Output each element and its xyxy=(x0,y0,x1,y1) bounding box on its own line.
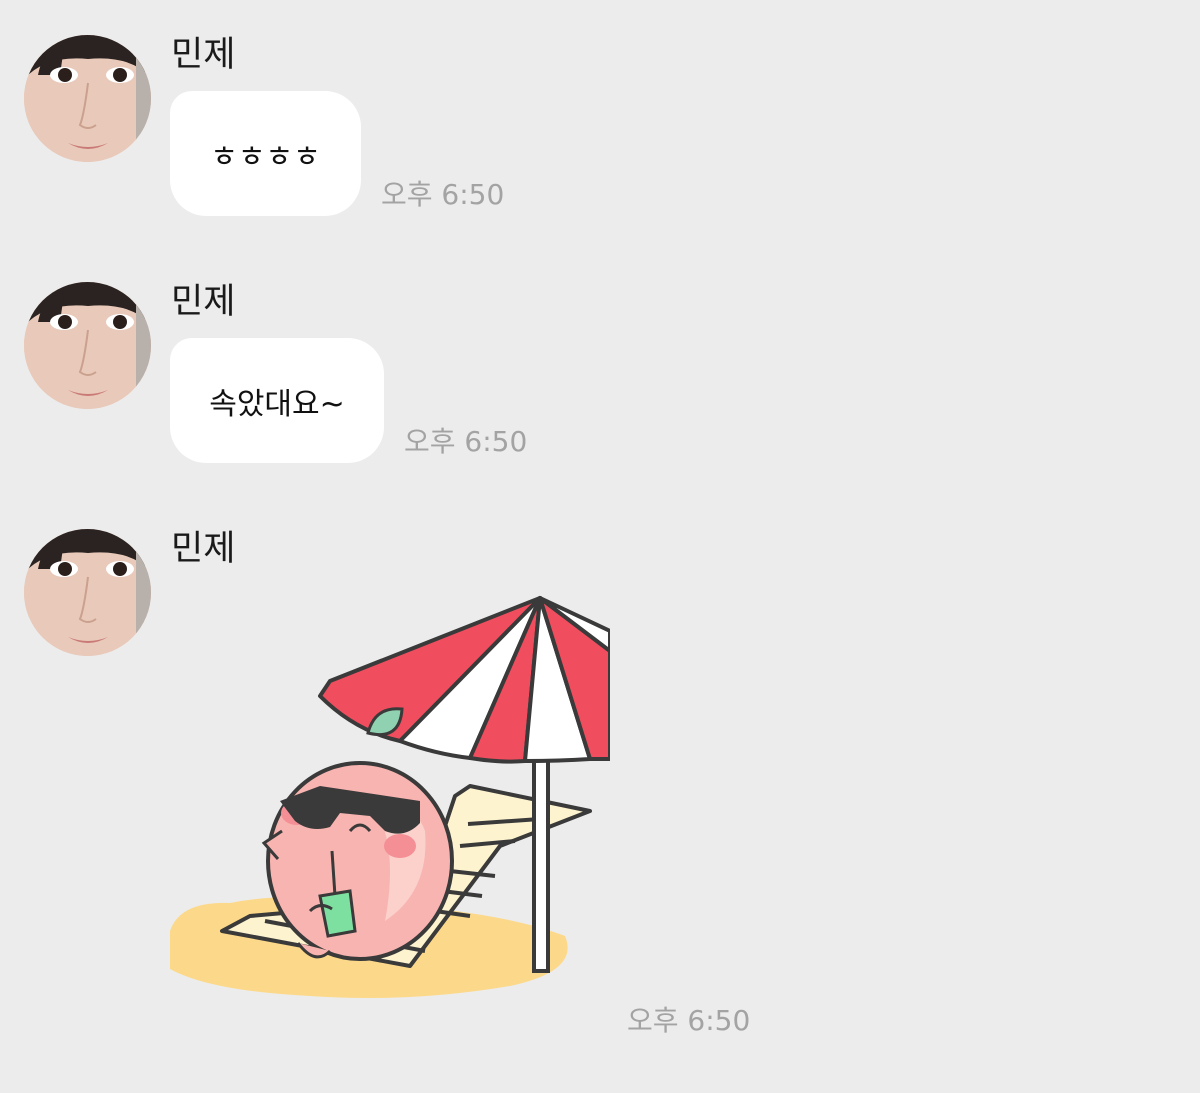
chat-room: { "messages": [ {"sender": "민제", "text":… xyxy=(0,0,1200,1093)
sender-avatar[interactable] xyxy=(24,35,151,162)
message-bubble[interactable]: 속았대요~ xyxy=(170,338,384,463)
message-time: 오후 6:50 xyxy=(381,178,505,211)
message-row: 민제 속았대요~ 오후 6:50 xyxy=(0,282,1200,472)
sender-avatar[interactable] xyxy=(24,282,151,409)
sender-name: 민제 xyxy=(171,35,236,75)
message-time: 오후 6:50 xyxy=(627,1004,751,1037)
sender-name: 민제 xyxy=(171,529,236,569)
sender-name: 민제 xyxy=(171,282,236,322)
message-bubble[interactable]: ㅎㅎㅎㅎ xyxy=(170,91,361,216)
message-time: 오후 6:50 xyxy=(404,425,528,458)
message-row: 민제 오후 6:50 xyxy=(0,529,1200,1069)
beach-umbrella xyxy=(318,596,610,764)
message-text: 속았대요~ xyxy=(209,386,345,422)
message-row: 민제 ㅎㅎㅎㅎ 오후 6:50 xyxy=(0,35,1200,225)
message-text: ㅎㅎㅎㅎ xyxy=(210,139,321,175)
sender-avatar[interactable] xyxy=(24,529,151,656)
sticker-image[interactable] xyxy=(170,591,610,1001)
